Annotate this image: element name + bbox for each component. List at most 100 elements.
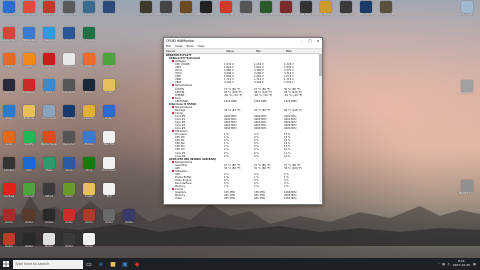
desktop-shortcut[interactable]: Folder [80, 183, 98, 207]
task-view-icon[interactable]: ▭ [83, 258, 95, 270]
chevron-up-icon[interactable]: ⌃ [438, 262, 441, 266]
network-icon[interactable]: ▤ [442, 262, 445, 266]
menu-help[interactable]: Help [196, 44, 207, 48]
desktop-shortcut[interactable]: Paint [40, 79, 58, 103]
desktop-shortcut[interactable]: Game [80, 233, 98, 257]
sensor-row[interactable]: Video 405 MHz 405 MHz 1063 MHz [164, 197, 322, 200]
desktop-shortcut[interactable]: Call of Duty [137, 1, 155, 25]
desktop-shortcut[interactable]: Grand Theft Auto V [257, 1, 275, 25]
desktop-shortcut[interactable]: Metal Gear Solid V [297, 1, 315, 25]
desktop-shortcut[interactable]: Ryse [237, 1, 255, 25]
menu-view[interactable]: View [173, 44, 184, 48]
file-explorer-icon[interactable]: ■ [107, 258, 119, 270]
desktop-shortcut[interactable]: GPU-Z [40, 183, 58, 207]
desktop-shortcut[interactable]: Avast [0, 131, 18, 155]
desktop-shortcut[interactable]: Game [100, 1, 118, 25]
desktop-shortcut[interactable]: Game [20, 233, 38, 257]
desktop-shortcut[interactable]: NBA 2K18 [357, 1, 375, 25]
minimize-button[interactable]: – [298, 39, 306, 43]
desktop-shortcut[interactable]: Spotify [20, 131, 38, 155]
desktop-shortcut[interactable]: Game [20, 209, 38, 233]
col-max[interactable]: Max [286, 49, 316, 53]
desktop-shortcut[interactable]: Mail [20, 157, 38, 181]
desktop-shortcut[interactable]: Documents [40, 105, 58, 129]
desktop-shortcut[interactable]: Recorder [60, 131, 78, 155]
desktop-shortcut[interactable]: Game [40, 209, 58, 233]
desktop-shortcut[interactable]: uTorrent [20, 183, 38, 207]
desktop-shortcut[interactable]: PROJECT X... [458, 80, 476, 104]
desktop-shortcut[interactable]: Skype [40, 27, 58, 51]
desktop-shortcut[interactable]: Batman Arkham [197, 1, 215, 25]
desktop-shortcut[interactable]: Uplay [100, 105, 118, 129]
desktop-shortcut[interactable]: Recycle Bin [458, 1, 476, 25]
desktop-shortcut[interactable]: Galacticide [40, 1, 58, 25]
close-button[interactable]: × [314, 39, 322, 43]
col-value[interactable]: Value [226, 49, 256, 53]
maximize-button[interactable]: □ [306, 39, 314, 43]
desktop-shortcut[interactable]: The Crew (Multiplayer) [217, 1, 235, 25]
desktop-shortcut[interactable]: Game [0, 233, 18, 257]
desktop-shortcut[interactable]: Hunger Ball Adventure [277, 1, 295, 25]
desktop-shortcut[interactable]: Media Player [40, 131, 58, 155]
desktop-shortcut[interactable]: Word [60, 27, 78, 51]
col-min[interactable]: Min [256, 49, 286, 53]
desktop-shortcut[interactable]: Rise of the Tomb Raider [377, 1, 395, 25]
desktop-shortcut[interactable]: uTorrent [100, 53, 118, 77]
desktop-shortcut[interactable]: Game [0, 209, 18, 233]
desktop-shortcut[interactable]: VLC [20, 53, 38, 77]
desktop-shortcut[interactable]: Notepad [60, 53, 78, 77]
clock[interactable]: 8:11 2017-10-25 [453, 260, 470, 267]
desktop-shortcut[interactable]: Steam [80, 79, 98, 103]
desktop-shortcut[interactable]: Folder [100, 79, 118, 103]
taskbar-search-input[interactable]: Type here to search [13, 259, 83, 269]
desktop-shortcut[interactable]: Google Chrome [0, 27, 18, 51]
desktop-shortcut[interactable]: Google Chrome [20, 1, 38, 25]
desktop-shortcut[interactable]: Microsoft [0, 1, 18, 25]
desktop-shortcut[interactable]: Photos [80, 131, 98, 155]
desktop-shortcut[interactable]: HWMonitor [20, 27, 38, 51]
menu-tools[interactable]: Tools [184, 44, 195, 48]
desktop-shortcut[interactable]: Game [120, 209, 138, 233]
start-button[interactable] [0, 258, 12, 270]
desktop-shortcut[interactable]: Maps [40, 157, 58, 181]
desktop-shortcut[interactable]: Game [60, 233, 78, 257]
col-sensor[interactable]: Sensor [164, 49, 226, 53]
desktop-shortcut[interactable]: Text File [100, 131, 118, 155]
desktop-shortcut[interactable]: Explorer [20, 105, 38, 129]
desktop-shortcut[interactable]: Battlefield 1 [177, 1, 195, 25]
desktop-shortcut[interactable]: Galaxy on Fire [60, 1, 78, 25]
desktop-shortcut[interactable]: Firefox [0, 53, 18, 77]
desktop-shortcut[interactable]: Vector [60, 183, 78, 207]
desktop-shortcut[interactable]: Text [100, 183, 118, 207]
notifications-icon[interactable]: ▤ [473, 262, 476, 266]
desktop-shortcut[interactable]: Store [60, 157, 78, 181]
desktop-shortcut[interactable]: Origin [80, 53, 98, 77]
edge-icon[interactable]: e [95, 258, 107, 270]
desktop-shortcut[interactable]: Photoshop [60, 105, 78, 129]
desktop-shortcut[interactable]: CCleaner [20, 79, 38, 103]
desktop-shortcut[interactable]: YouTube [0, 183, 18, 207]
desktop-shortcut[interactable]: Document [100, 157, 118, 181]
desktop-shortcut[interactable]: Game [100, 209, 118, 233]
desktop-shortcut[interactable]: Excel [80, 27, 98, 51]
sensor-tree[interactable]: DESKTOP-TLFL47T ASRock Z77 Extreme4 Voltag… [164, 54, 322, 201]
desktop-shortcut[interactable]: Final Fantasy XVII [317, 1, 335, 25]
desktop-shortcut[interactable]: Opera [40, 53, 58, 77]
desktop-shortcut[interactable]: Game [40, 233, 58, 257]
desktop-shortcut[interactable]: Assassins Creed Unity [337, 1, 355, 25]
hwmonitor-taskbar-icon[interactable]: ◆ [131, 258, 143, 270]
volume-icon[interactable]: ♫ [447, 262, 450, 266]
desktop-shortcut[interactable]: Audio [60, 209, 78, 233]
desktop-shortcut[interactable]: Camera [0, 157, 18, 181]
desktop-shortcut[interactable]: PROJECT X... [458, 180, 476, 204]
desktop-shortcut[interactable]: Steam [80, 1, 98, 25]
scrollbar-thumb[interactable] [319, 54, 322, 76]
menu-file[interactable]: File [164, 44, 173, 48]
store-icon[interactable]: ▣ [119, 258, 131, 270]
desktop-shortcut[interactable]: Edge [0, 105, 18, 129]
desktop-shortcut[interactable]: Calculator [60, 79, 78, 103]
desktop-shortcut[interactable]: Xbox [80, 157, 98, 181]
hwmonitor-window[interactable]: CPUID HWMonitor – □ × File View Tools He… [163, 37, 323, 205]
desktop-shortcut[interactable]: Game [80, 209, 98, 233]
desktop-shortcut[interactable]: Audacity [80, 105, 98, 129]
